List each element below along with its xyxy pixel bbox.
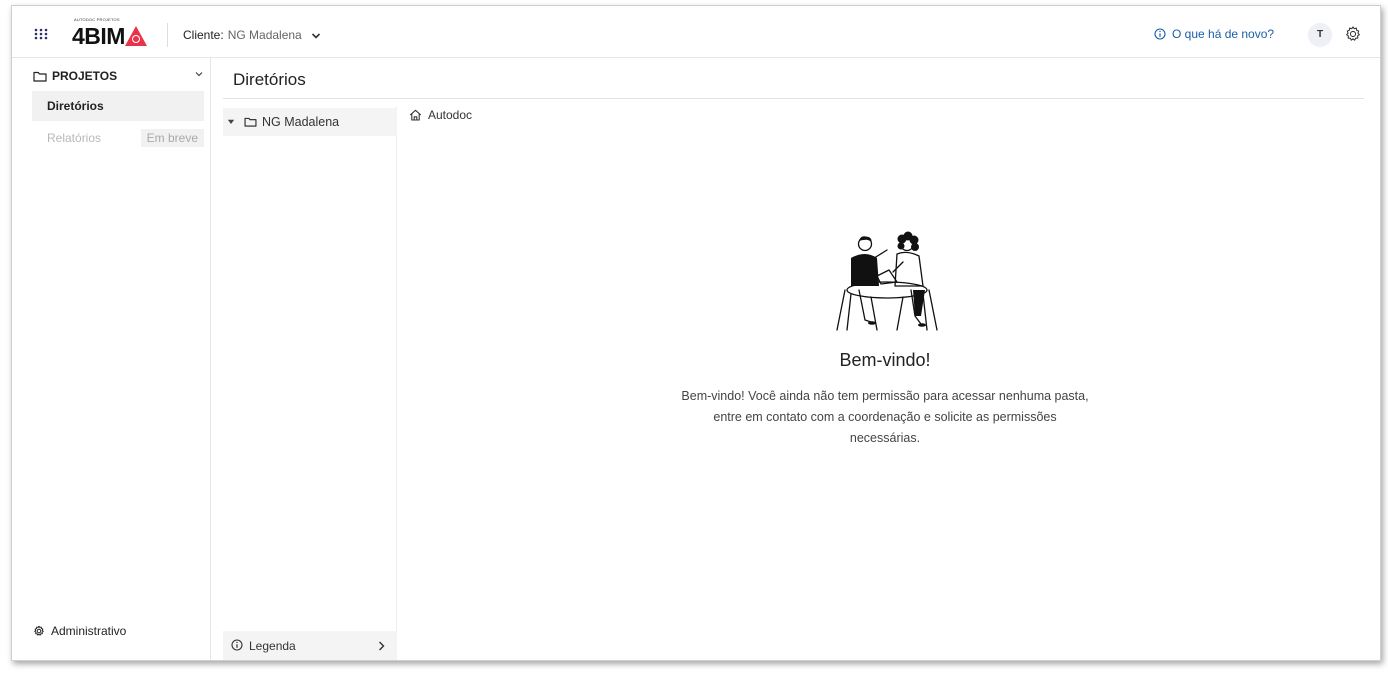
sidebar-item-diretorios[interactable]: Diretórios	[32, 91, 204, 121]
administrativo-label: Administrativo	[51, 624, 127, 638]
sidebar-section-projetos[interactable]: PROJETOS	[33, 67, 203, 85]
meeting-illustration	[836, 231, 938, 331]
sidebar-item-relatorios: Relatórios Em breve	[32, 123, 204, 153]
sidebar-item-administrativo[interactable]: Administrativo	[33, 624, 126, 638]
sidebar-item-label: Relatórios	[47, 131, 102, 145]
apps-grid-icon[interactable]	[34, 28, 48, 40]
logo-text: 4BIM	[72, 23, 125, 49]
brand-logo[interactable]: AUTODOC PROJETOS 4BIM	[72, 17, 148, 49]
user-avatar[interactable]: T	[1308, 23, 1332, 47]
folder-icon	[244, 117, 257, 127]
gear-icon[interactable]	[1344, 25, 1362, 43]
gear-icon	[34, 625, 44, 636]
welcome-title: Bem-vindo!	[839, 350, 931, 370]
home-icon	[409, 109, 422, 121]
caret-down-icon[interactable]	[227, 119, 235, 125]
tree-node-label: NG Madalena	[262, 115, 340, 129]
chevron-down-icon	[195, 72, 203, 77]
breadcrumb[interactable]: Autodoc	[409, 108, 472, 122]
welcome-message: Bem-vindo! Você ainda não tem permissão …	[681, 389, 1089, 445]
client-label: Cliente:	[183, 28, 224, 42]
app-window: AUTODOC PROJETOS 4BIM Cliente: NG Madalen…	[11, 5, 1381, 661]
client-selector[interactable]: Cliente: NG Madalena	[183, 28, 321, 42]
coming-soon-badge: Em breve	[140, 129, 204, 147]
folder-icon	[33, 71, 47, 82]
directory-tree: NG Madalena Legenda	[223, 106, 397, 660]
tree-node-root[interactable]: NG Madalena	[223, 108, 397, 136]
page-title: Diretórios	[233, 70, 306, 89]
info-icon	[231, 639, 243, 651]
legend-toggle[interactable]: Legenda	[223, 631, 397, 660]
info-icon	[1154, 28, 1166, 40]
logo-mark-dot	[132, 35, 140, 43]
title-divider	[223, 98, 1364, 99]
header-divider	[167, 23, 168, 47]
whats-new-link[interactable]: O que há de novo?	[1154, 27, 1274, 41]
client-value: NG Madalena	[227, 28, 302, 42]
sidebar-section-title: PROJETOS	[52, 69, 118, 83]
sidebar-item-label: Diretórios	[47, 99, 104, 113]
legend-label: Legenda	[249, 639, 296, 653]
top-bar: AUTODOC PROJETOS 4BIM Cliente: NG Madalen…	[12, 6, 1380, 58]
whats-new-label: O que há de novo?	[1172, 27, 1275, 41]
breadcrumb-label: Autodoc	[428, 108, 473, 122]
chevron-right-icon	[379, 641, 385, 651]
chevron-down-icon	[312, 33, 321, 39]
logo-tagline: AUTODOC PROJETOS	[74, 17, 120, 22]
sidebar: PROJETOS Diretórios Relatórios Em breve …	[12, 58, 211, 660]
